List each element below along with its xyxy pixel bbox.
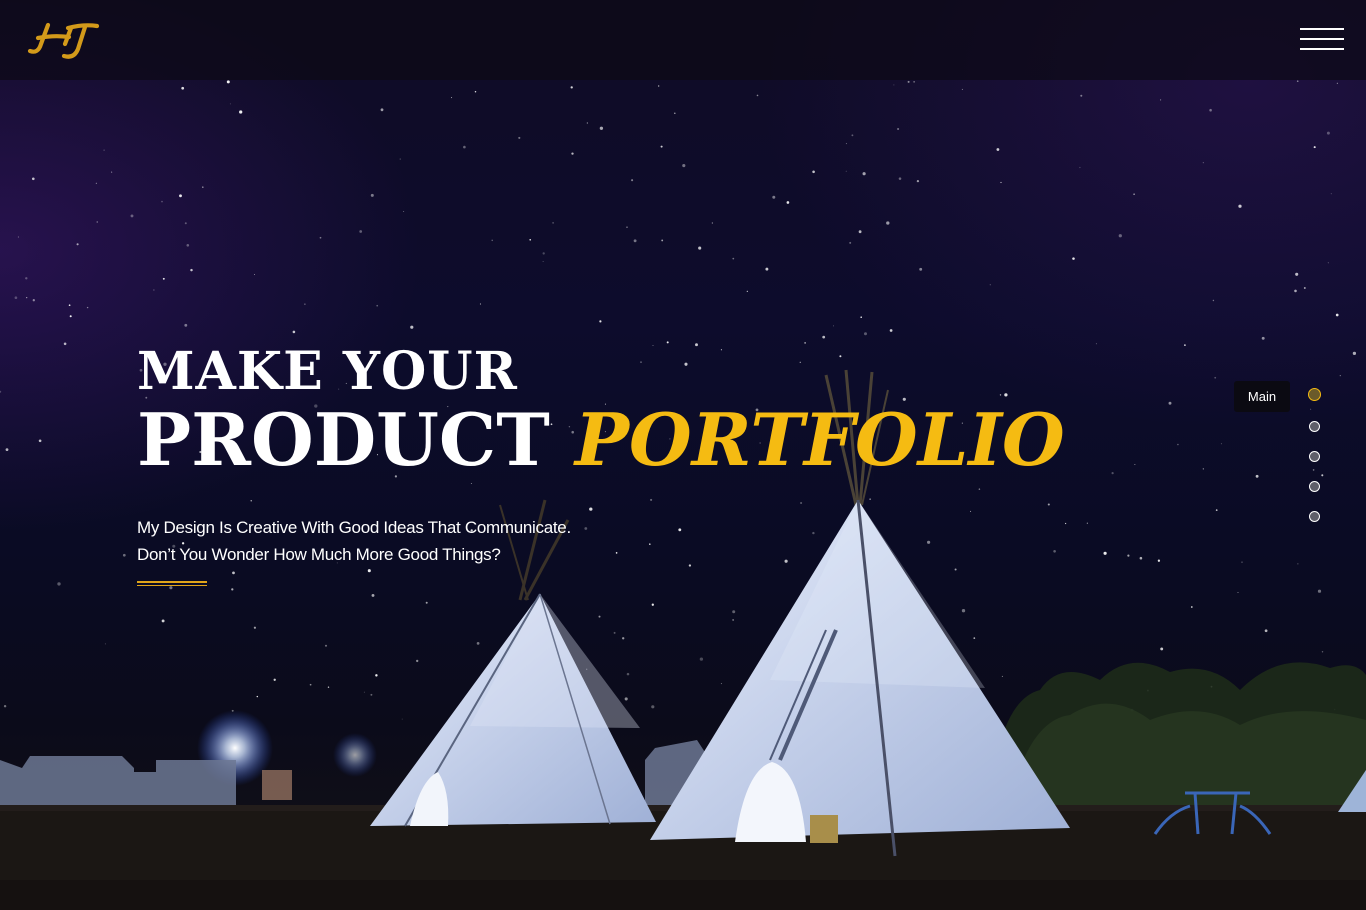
headline-plain-word: PRODUCT bbox=[137, 397, 550, 482]
headline-line-1: MAKE YOUR bbox=[137, 341, 518, 402]
menu-bar-2 bbox=[1300, 38, 1344, 40]
section-dot-main[interactable] bbox=[1308, 388, 1321, 401]
headline-accent-word: PORTFOLIO bbox=[574, 397, 1065, 482]
hero-headline: MAKE YOUR PRODUCT PORTFOLIO bbox=[137, 342, 1065, 480]
logo-mark-icon bbox=[27, 22, 100, 59]
hero-description: My Design Is Creative With Good Ideas Th… bbox=[137, 514, 657, 568]
description-line-2: Don’t You Wonder How Much More Good Thin… bbox=[137, 545, 501, 564]
section-dot[interactable] bbox=[1309, 451, 1320, 462]
hero-section: MAKE YOUR PRODUCT PORTFOLIO My Design Is… bbox=[0, 0, 1366, 910]
accent-divider bbox=[137, 581, 207, 586]
hamburger-menu-icon[interactable] bbox=[1300, 28, 1344, 50]
headline-line-2: PRODUCT PORTFOLIO bbox=[137, 400, 1065, 480]
section-dot[interactable] bbox=[1309, 421, 1320, 432]
section-dot[interactable] bbox=[1309, 511, 1320, 522]
top-navbar bbox=[0, 0, 1366, 80]
section-dot[interactable] bbox=[1309, 481, 1320, 492]
description-line-1: My Design Is Creative With Good Ideas Th… bbox=[137, 518, 571, 537]
section-nav-tooltip: Main bbox=[1234, 381, 1290, 412]
logo[interactable] bbox=[24, 14, 102, 64]
menu-bar-1 bbox=[1300, 28, 1344, 30]
menu-bar-3 bbox=[1300, 48, 1344, 50]
section-nav-dots bbox=[1303, 388, 1327, 528]
